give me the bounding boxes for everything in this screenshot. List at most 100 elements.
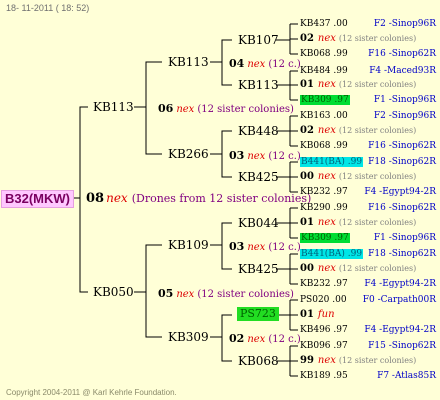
gen4-queen-origin: F4 -Egypt94-2R <box>364 325 436 335</box>
gen4-queen-id-text: KB163 .00 <box>300 111 348 121</box>
gen2-drone-tag: nex <box>247 334 266 345</box>
gen4-queen-id-text: KB068 .99 <box>300 141 348 151</box>
gen2-drone-number: 02 <box>229 332 245 345</box>
gen4-drone-number: 00 <box>300 263 314 274</box>
gen4-queen-origin: F2 -Sinop96R <box>373 19 436 29</box>
gen4-queen-origin: F16 -Sinop62R <box>368 203 436 213</box>
gen4-queen-id: KB163 .00 <box>300 110 348 122</box>
gen3-queen: KB068 <box>238 354 279 368</box>
gen3-queen: KB113 <box>238 78 279 92</box>
gen4-drone-number: 02 <box>300 33 314 44</box>
gen4-queen-id-text: KB232 .97 <box>300 279 348 289</box>
gen2-drone-number: 04 <box>229 57 245 70</box>
gen1-drone-top-tag: nex <box>176 104 195 115</box>
gen2-drone-number: 03 <box>229 240 245 253</box>
gen4-queen-id-text: PS020 .00 <box>300 295 347 305</box>
gen4-queen-origin: F15 -Sinop62R <box>368 341 436 351</box>
gen4-queen-origin: F18 -Sinop62R <box>368 249 436 259</box>
gen4-drone-desc: (12 sister colonies) <box>338 264 417 273</box>
gen4-queen-id: PS020 .00 <box>300 294 347 306</box>
gen4-queen-id-text: B441(BA) .99 <box>300 249 364 259</box>
gen2-queen: KB309 <box>168 330 209 344</box>
gen4-queen-id-text: KB096 .97 <box>300 341 348 351</box>
gen2-drone: 03 nex (12 c.) <box>229 239 301 254</box>
gen2-drone-number: 03 <box>229 149 245 162</box>
gen1-drone-bottom-desc: (12 sister colonies) <box>197 289 294 300</box>
gen4-drone-line: 02 nex (12 sister colonies) <box>300 125 416 137</box>
gen4-drone-desc: (12 sister colonies) <box>338 218 417 227</box>
gen1-drone-top-desc: (12 sister colonies) <box>197 104 294 115</box>
gen3-queen: KB425 <box>238 170 279 184</box>
gen2-drone: 02 nex (12 c.) <box>229 331 301 346</box>
root-drone-line: 08 nex (Drones from 12 sister colonies) <box>86 192 311 205</box>
gen4-queen-id: KB232 .97 <box>300 278 348 290</box>
gen4-queen-id-text: KB309 .97 <box>300 95 350 105</box>
gen4-queen-id-text: KB232 .97 <box>300 187 348 197</box>
gen4-queen-id-text: KB290 .99 <box>300 203 348 213</box>
gen4-queen-id: KB496 .97 <box>300 324 348 336</box>
gen4-queen-id-text: KB496 .97 <box>300 325 348 335</box>
gen4-drone-number: 01 <box>300 309 314 320</box>
copyright-footer: Copyright 2004-2011 @ Karl Kehrle Founda… <box>6 388 177 397</box>
date-header: 18- 11-2011 ( 18: 52) <box>6 3 90 13</box>
gen4-queen-id: B441(BA) .99 <box>300 156 364 168</box>
gen4-drone-line: 01 nex (12 sister colonies) <box>300 217 416 229</box>
gen4-drone-desc: (12 sister colonies) <box>338 356 417 365</box>
gen4-queen-id-text: KB309 .97 <box>300 233 350 243</box>
gen1-drone-bottom-tag: nex <box>176 289 195 300</box>
gen4-drone-tag: nex <box>317 33 336 44</box>
gen4-drone-tag: nex <box>317 263 336 274</box>
gen2-drone-tag: nex <box>247 59 266 70</box>
gen3-queen-highlighted: PS723 <box>237 307 279 321</box>
gen4-queen-id: KB484 .99 <box>300 65 348 77</box>
gen4-drone-number: 01 <box>300 79 314 90</box>
gen4-queen-origin: F18 -Sinop62R <box>368 157 436 167</box>
gen4-queen-id: KB189 .95 <box>300 370 348 382</box>
gen4-drone-number: 02 <box>300 125 314 136</box>
gen4-queen-id: B441(BA) .99 <box>300 248 364 260</box>
gen4-drone-desc: (12 sister colonies) <box>338 80 417 89</box>
gen4-queen-id-text: KB484 .99 <box>300 66 348 76</box>
gen2-queen: KB113 <box>168 55 209 69</box>
gen2-drone-tag: nex <box>247 151 266 162</box>
gen3-queen: KB448 <box>238 124 279 138</box>
gen4-queen-id-text: KB189 .95 <box>300 371 348 381</box>
root-drone-number: 08 <box>86 191 105 206</box>
gen1-drone-top-number: 06 <box>158 102 174 115</box>
gen2-drone-desc: (12 c.) <box>268 151 301 162</box>
gen2-drone: 04 nex (12 c.) <box>229 56 301 71</box>
gen2-drone: 03 nex (12 c.) <box>229 148 301 163</box>
gen4-queen-id: KB068 .99 <box>300 48 348 60</box>
gen1-drone-bottom-number: 05 <box>158 287 174 300</box>
gen4-queen-id: KB309 .97 <box>300 94 350 106</box>
gen4-queen-id-text: B441(BA) .99 <box>300 157 364 167</box>
gen4-drone-tag: nex <box>317 355 336 366</box>
gen4-queen-id-text: KB068 .99 <box>300 49 348 59</box>
gen4-queen-id: KB096 .97 <box>300 340 348 352</box>
gen1-queen-top: KB113 <box>93 100 134 114</box>
gen4-drone-tag: nex <box>317 171 336 182</box>
pedigree-page: 18- 11-2011 ( 18: 52) B32(MKW) 08 nex (Dro… <box>0 0 440 400</box>
gen4-queen-origin: F4 -Egypt94-2R <box>364 187 436 197</box>
gen4-queen-origin: F4 -Egypt94-2R <box>364 279 436 289</box>
gen2-drone-desc: (12 c.) <box>268 334 301 345</box>
gen4-drone-tag: nex <box>317 79 336 90</box>
gen1-queen-bottom: KB050 <box>93 285 134 299</box>
gen2-queen: KB266 <box>168 147 209 161</box>
gen4-drone-tag: fun <box>317 309 335 320</box>
root-drone-desc: (Drones from 12 sister colonies) <box>131 192 312 205</box>
gen4-queen-id: KB068 .99 <box>300 140 348 152</box>
gen3-queen: KB107 <box>238 33 279 47</box>
gen4-queen-id: KB309 .97 <box>300 232 350 244</box>
gen4-queen-id-text: KB437 .00 <box>300 19 348 29</box>
gen3-queen: KB044 <box>238 216 279 230</box>
gen4-drone-tag: nex <box>317 217 336 228</box>
gen4-queen-id: KB290 .99 <box>300 202 348 214</box>
gen4-drone-desc: (12 sister colonies) <box>338 34 417 43</box>
gen4-queen-origin: F7 -Atlas85R <box>377 371 436 381</box>
gen4-drone-number: 99 <box>300 355 314 366</box>
gen4-drone-number: 00 <box>300 171 314 182</box>
gen4-queen-id: KB232 .97 <box>300 186 348 198</box>
gen4-drone-desc: (12 sister colonies) <box>338 172 417 181</box>
gen4-drone-line: 01 nex (12 sister colonies) <box>300 79 416 91</box>
